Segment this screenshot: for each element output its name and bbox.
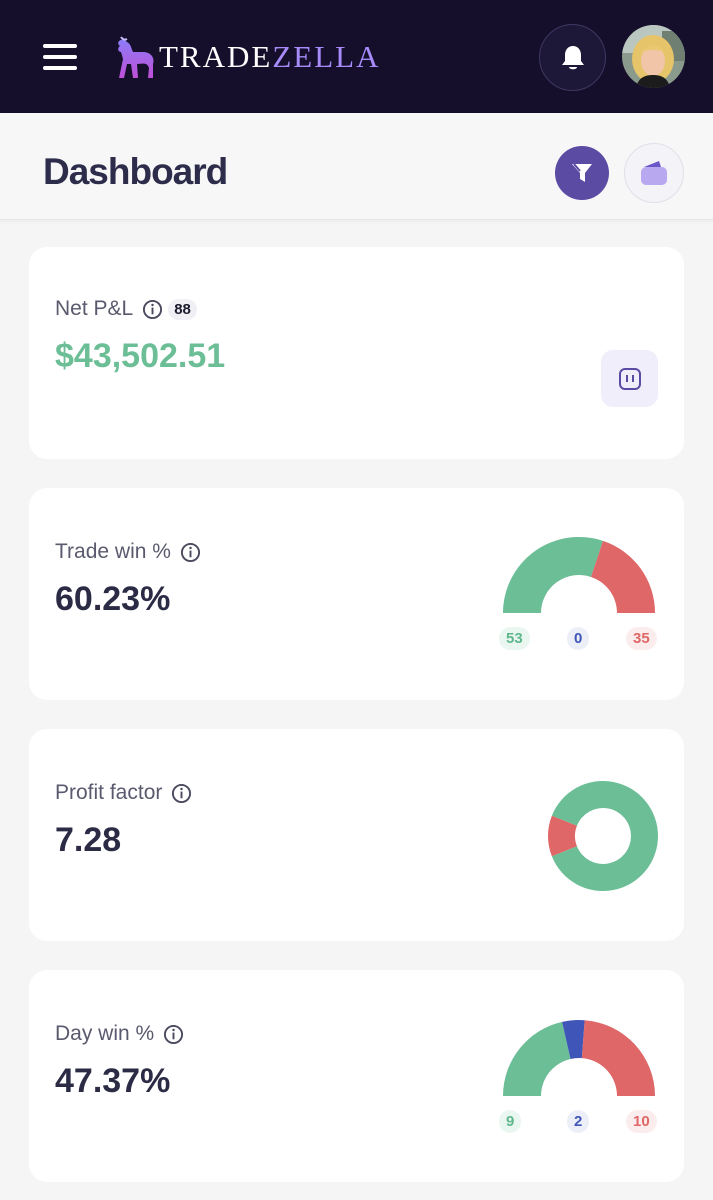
day-win-label-row: Day win % (55, 1022, 184, 1046)
profit-factor-donut (548, 781, 658, 891)
hamburger-menu-icon[interactable] (43, 44, 77, 70)
filter-button[interactable] (555, 146, 609, 200)
profile-photo (622, 25, 685, 88)
info-icon[interactable] (163, 1024, 184, 1045)
profit-factor-label: Profit factor (55, 781, 163, 804)
brand-logo[interactable]: TRADEZELLA (113, 34, 380, 80)
info-icon[interactable] (142, 299, 163, 320)
accounts-button[interactable] (624, 143, 684, 203)
trade-win-value: 60.23% (55, 580, 171, 618)
losing-trades-pill: 35 (626, 627, 657, 650)
bell-icon (561, 45, 584, 69)
losing-days-pill: 10 (626, 1110, 657, 1133)
breakeven-trades-pill: 0 (567, 627, 590, 650)
bull-logo-icon (118, 36, 154, 78)
brand-name-part1: TRADE (159, 39, 273, 74)
brand-name-part2: ZELLA (272, 39, 381, 74)
net-pnl-value: $43,502.51 (55, 337, 226, 375)
day-win-gauge (503, 1020, 655, 1096)
pnl-chart-button[interactable] (601, 350, 658, 407)
winning-trades-pill: 53 (499, 627, 530, 650)
page-header: Dashboard (0, 113, 713, 220)
wallet-icon (641, 161, 667, 185)
filter-icon (572, 163, 592, 182)
info-icon[interactable] (171, 783, 192, 804)
page-title: Dashboard (43, 151, 228, 192)
trade-win-label: Trade win % (55, 540, 171, 563)
gauge-icon (618, 367, 641, 390)
gauge-loss-segment (581, 1020, 655, 1096)
gauge-win-segment (503, 537, 604, 613)
day-win-label: Day win % (55, 1022, 155, 1045)
user-avatar[interactable] (622, 25, 685, 88)
breakeven-days-pill: 2 (567, 1110, 590, 1133)
trade-count-badge: 88 (168, 298, 197, 320)
profit-factor-card: Profit factor 7.28 (29, 729, 684, 941)
day-win-value: 47.37% (55, 1062, 171, 1100)
gauge-win-segment (503, 1021, 571, 1096)
net-pnl-label: Net P&L (55, 297, 134, 320)
trade-win-gauge (503, 537, 655, 613)
trade-win-label-row: Trade win % (55, 540, 201, 564)
top-nav-bar: TRADEZELLA (0, 0, 713, 113)
gauge-loss-segment (591, 540, 655, 613)
profit-factor-label-row: Profit factor (55, 781, 192, 805)
net-pnl-label-row: Net P&L 88 (55, 297, 197, 321)
day-win-card: Day win % 47.37% 9 2 10 (29, 970, 684, 1182)
net-pnl-card: Net P&L 88 $43,502.51 (29, 247, 684, 459)
profit-factor-value: 7.28 (55, 821, 122, 859)
trade-win-card: Trade win % 60.23% 53 0 35 (29, 488, 684, 700)
notifications-button[interactable] (539, 24, 606, 91)
winning-days-pill: 9 (499, 1110, 522, 1133)
info-icon[interactable] (180, 542, 201, 563)
